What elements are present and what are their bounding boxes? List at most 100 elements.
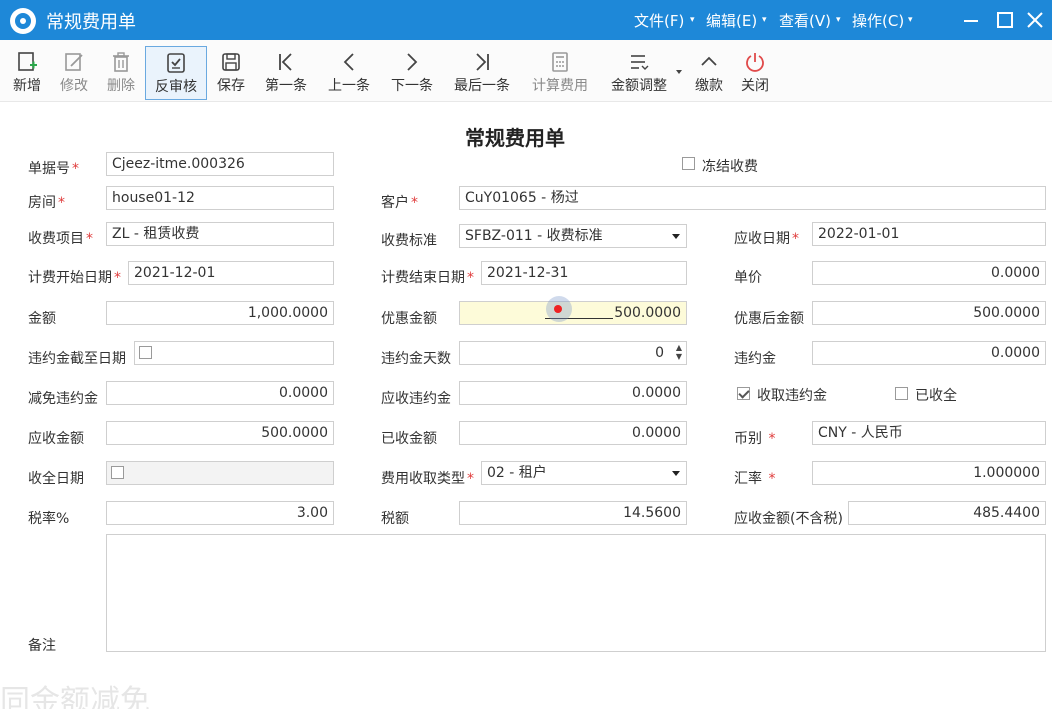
customer-label: 客户 * <box>381 195 418 211</box>
receivable-ex-tax-field[interactable]: 485.4400 <box>848 501 1046 525</box>
collect-penalty-checkbox[interactable] <box>737 387 750 400</box>
fee-standard-select[interactable]: SFBZ-011 - 收费标准 <box>459 224 687 248</box>
prev-record-button[interactable]: 上一条 <box>323 46 375 100</box>
new-button[interactable]: 新增 <box>8 46 46 100</box>
penalty-waived-field[interactable]: 0.0000 <box>106 381 334 405</box>
room-label: 房间 * <box>28 195 65 211</box>
form-title: 常规费用单 <box>465 126 565 150</box>
app-logo-icon <box>10 8 36 34</box>
currency-field[interactable]: CNY - 人民币 <box>812 421 1046 445</box>
fully-collected-checkbox[interactable] <box>895 387 908 400</box>
amount-field[interactable]: 1,000.0000 <box>106 301 334 325</box>
receivable-field[interactable]: 500.0000 <box>106 421 334 445</box>
close-window-button[interactable] <box>1020 6 1050 34</box>
payment-button[interactable]: 缴款 <box>690 46 728 100</box>
end-date-label: 计费结束日期 * <box>381 270 474 286</box>
collect-penalty-label: 收取违约金 <box>757 388 827 404</box>
full-date-label: 收全日期 <box>28 471 84 487</box>
start-date-field[interactable]: 2021-12-01 <box>128 261 334 285</box>
penalty-label: 违约金 <box>734 351 776 367</box>
freeze-checkbox[interactable] <box>682 157 695 170</box>
edit-button[interactable]: 修改 <box>55 46 93 100</box>
last-record-button[interactable]: 最后一条 <box>450 46 514 100</box>
exchange-rate-field[interactable]: 1.000000 <box>812 461 1046 485</box>
full-date-checkbox[interactable] <box>111 466 124 479</box>
amount-adjust-button[interactable]: 金额调整 <box>606 46 672 100</box>
received-label: 已收金额 <box>381 431 437 447</box>
doc-no-label: 单据号 * <box>28 161 79 177</box>
unapprove-button[interactable]: 反审核 <box>145 46 207 100</box>
maximize-icon <box>997 12 1013 28</box>
maximize-button[interactable] <box>990 6 1020 34</box>
title-bar: 常规费用单 文件(F) 编辑(E) 查看(V) 操作(C) ▾ ▾ ▾ ▾ <box>0 0 1052 40</box>
delete-button[interactable]: 删除 <box>102 46 140 100</box>
penalty-days-stepper[interactable]: 0 ▲ ▼ <box>459 341 687 365</box>
currency-label: 币别 * <box>734 431 776 447</box>
penalty-receivable-label: 应收违约金 <box>381 391 451 407</box>
after-discount-field[interactable]: 500.0000 <box>812 301 1046 325</box>
room-field[interactable]: house01-12 <box>106 186 334 210</box>
due-date-field[interactable]: 2022-01-01 <box>812 222 1046 246</box>
receivable-label: 应收金额 <box>28 431 84 447</box>
remark-textarea[interactable] <box>106 534 1046 652</box>
penalty-cutoff-field[interactable] <box>134 341 334 365</box>
last-record-icon <box>476 53 489 71</box>
tax-field[interactable]: 14.5600 <box>459 501 687 525</box>
minimize-icon <box>964 20 978 22</box>
calculator-icon <box>552 52 568 72</box>
mouse-cursor-icon <box>546 296 572 322</box>
receivable-ex-tax-label: 应收金额(不含税) <box>734 511 843 527</box>
penalty-receivable-field[interactable]: 0.0000 <box>459 381 687 405</box>
amount-label: 金额 <box>28 311 56 327</box>
close-icon <box>1027 12 1043 28</box>
penalty-days-label: 违约金天数 <box>381 351 451 367</box>
first-record-button[interactable]: 第一条 <box>260 46 312 100</box>
customer-field[interactable]: CuY01065 - 杨过 <box>459 186 1046 210</box>
pay-icon <box>701 56 717 66</box>
spinner-arrows-icon[interactable]: ▲ ▼ <box>676 343 682 361</box>
menu-view[interactable]: 查看(V) <box>779 10 831 31</box>
exchange-rate-label: 汇率 * <box>734 471 776 487</box>
menu-file[interactable]: 文件(F) <box>634 10 684 31</box>
tax-rate-label: 税率% <box>28 511 70 527</box>
next-record-icon <box>407 53 418 71</box>
penalty-cutoff-checkbox[interactable] <box>139 346 152 359</box>
unit-price-label: 单价 <box>734 270 762 286</box>
save-button[interactable]: 保存 <box>212 46 250 100</box>
chevron-down-icon: ▾ <box>908 15 913 25</box>
tax-label: 税额 <box>381 511 409 527</box>
tax-rate-field[interactable]: 3.00 <box>106 501 334 525</box>
window-title: 常规费用单 <box>46 12 136 33</box>
adjust-icon <box>631 55 649 70</box>
doc-no-field[interactable]: Cjeez-itme.000326 <box>106 152 334 176</box>
received-field[interactable]: 0.0000 <box>459 421 687 445</box>
edit-icon <box>65 53 83 71</box>
save-icon <box>222 53 240 71</box>
next-record-button[interactable]: 下一条 <box>386 46 438 100</box>
penalty-field[interactable]: 0.0000 <box>812 341 1046 365</box>
after-discount-label: 优惠后金额 <box>734 311 804 327</box>
prev-record-icon <box>343 53 354 71</box>
fee-standard-label: 收费标准 <box>381 233 437 249</box>
adjust-dropdown-caret-icon[interactable] <box>676 70 682 74</box>
menu-operation[interactable]: 操作(C) <box>852 10 904 31</box>
fee-item-label: 收费项目 * <box>28 231 93 247</box>
first-record-icon <box>279 53 292 71</box>
chevron-down-icon: ▾ <box>690 15 695 25</box>
unit-price-field[interactable]: 0.0000 <box>812 261 1046 285</box>
close-button[interactable]: 关闭 <box>736 46 774 100</box>
subtitle-watermark: 同金额减免 <box>0 684 150 709</box>
calculate-fee-button[interactable]: 计算费用 <box>528 46 592 100</box>
full-date-field[interactable] <box>106 461 334 485</box>
fee-type-select[interactable]: 02 - 租户 <box>481 461 687 485</box>
trash-icon <box>113 52 129 72</box>
add-doc-icon <box>18 52 37 71</box>
menu-edit[interactable]: 编辑(E) <box>706 10 757 31</box>
due-date-label: 应收日期 * <box>734 231 799 247</box>
discount-field[interactable]: 500.0000 <box>459 301 687 325</box>
chevron-down-icon: ▾ <box>762 15 767 25</box>
end-date-field[interactable]: 2021-12-31 <box>481 261 687 285</box>
minimize-button[interactable] <box>956 6 986 34</box>
freeze-label: 冻结收费 <box>702 159 758 175</box>
fee-item-field[interactable]: ZL - 租赁收费 <box>106 222 334 246</box>
